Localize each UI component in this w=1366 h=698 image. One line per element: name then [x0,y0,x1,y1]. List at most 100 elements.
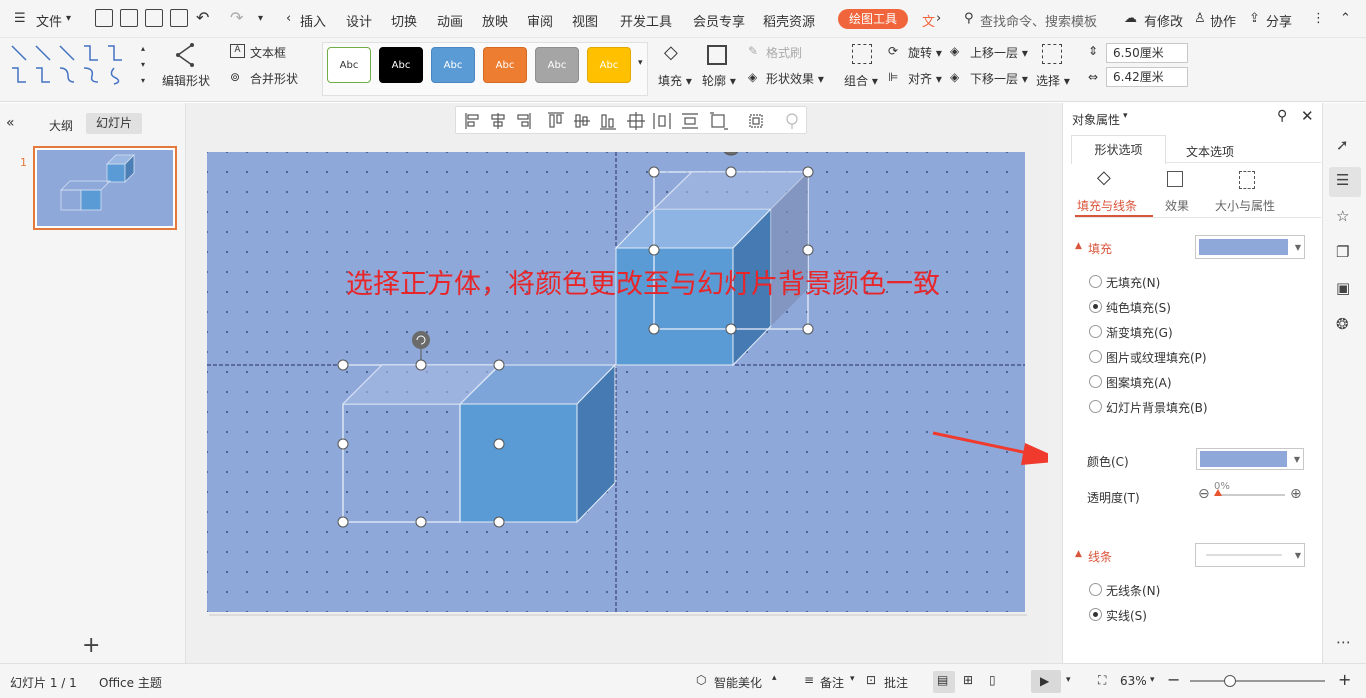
tab-slideshow[interactable]: 放映 [482,11,508,30]
tab-docer[interactable]: 稻壳资源 [763,11,815,30]
transparency-slider-thumb[interactable] [1214,489,1222,496]
workspace-scrollbar[interactable] [1048,103,1062,663]
radio-solid-line[interactable] [1089,608,1102,621]
gallery-more-icon[interactable]: ▾ [141,76,145,85]
tab-drawing-tools[interactable]: 绘图工具 [838,9,908,29]
search-icon[interactable]: ⚲ [964,11,974,26]
increase-transparency-icon[interactable]: ⊕ [1290,486,1302,502]
gallery-down-icon[interactable]: ▾ [141,60,145,69]
zoom-level[interactable]: 63% [1120,674,1147,688]
print-icon[interactable] [145,9,163,27]
copy-icon[interactable]: ❐ [1336,245,1349,260]
send-backward-button[interactable]: 下移一层 ▾ [970,70,1028,87]
radio-solid-fill[interactable] [1089,300,1102,313]
fill-color-dropdown[interactable]: ▼ [1195,235,1305,259]
export-pdf-icon[interactable] [120,9,138,27]
hamburger-icon[interactable]: ☰ [14,11,26,26]
radio-no-fill[interactable] [1089,275,1102,288]
save-icon[interactable] [95,9,113,27]
style-preset-4[interactable]: Abc [483,47,527,83]
option-no-line[interactable]: 无线条(N) [1106,582,1160,599]
outline-button[interactable]: 轮廓 ▾ [702,72,736,89]
option-solid-line[interactable]: 实线(S) [1106,607,1147,624]
slide-canvas[interactable]: 选择正方体，将颜色更改至与幻灯片背景颜色一致 [207,152,1025,612]
radio-slide-bg-fill[interactable] [1089,400,1102,413]
radio-picture-fill[interactable] [1089,350,1102,363]
styles-more-icon[interactable]: ▾ [638,58,643,68]
merge-shape-button[interactable]: 合并形状 [250,70,298,87]
panel-title[interactable]: 对象属性 [1072,111,1120,128]
theme-name[interactable]: Office 主题 [99,674,162,691]
more-icon[interactable]: ⋮ [1312,11,1325,26]
slide-annotation-text[interactable]: 选择正方体，将颜色更改至与幻灯片背景颜色一致 [346,262,940,301]
edit-shape-button[interactable]: 编辑形状 [162,72,210,89]
option-solid-fill[interactable]: 纯色填充(S) [1106,299,1171,316]
tab-design[interactable]: 设计 [346,11,372,30]
fill-collapse-icon[interactable]: ▲ [1075,241,1082,251]
subtab-effect[interactable]: 效果 [1165,197,1189,214]
collapse-panel-icon[interactable]: « [6,115,15,131]
option-picture-fill[interactable]: 图片或纹理填充(P) [1106,349,1207,366]
tab-animation[interactable]: 动画 [437,11,463,30]
add-slide-button[interactable]: + [82,633,100,658]
style-preset-2[interactable]: Abc [379,47,423,83]
line-section-title[interactable]: 线条 [1088,548,1112,565]
style-preset-6[interactable]: Abc [587,47,631,83]
close-icon[interactable]: ✕ [1301,107,1314,125]
shape-effect-button[interactable]: 形状效果 ▾ [766,70,824,87]
line-shapes-gallery[interactable] [8,42,138,88]
tab-insert[interactable]: 插入 [300,11,326,30]
zoom-slider-track[interactable] [1190,680,1325,682]
tab-member[interactable]: 会员专享 [693,11,745,30]
notes-dropdown-icon[interactable]: ▾ [850,674,855,684]
tab-transition[interactable]: 切换 [391,11,417,30]
collaborate-button[interactable]: 协作 [1210,11,1236,30]
group-button[interactable]: 组合 ▾ [844,72,878,89]
tabs-scroll-left-icon[interactable]: ‹ [286,11,291,26]
modified-status[interactable]: 有修改 [1144,11,1183,30]
fill-button[interactable]: 填充 ▾ [658,72,692,89]
align-button[interactable]: 对齐 ▾ [908,70,942,87]
subtab-fill-line[interactable]: 填充与线条 [1077,197,1137,214]
zoom-out-icon[interactable]: − [1167,670,1180,689]
tab-overflow[interactable]: 文 [922,11,935,30]
slideshow-dropdown-icon[interactable]: ▾ [1066,675,1071,685]
rocket-icon[interactable]: ➚ [1336,138,1349,153]
panel-title-dropdown-icon[interactable]: ▾ [1123,111,1128,121]
style-preset-5[interactable]: Abc [535,47,579,83]
notes-button[interactable]: 备注 [820,674,844,691]
tab-text-options[interactable]: 文本选项 [1186,143,1234,160]
fill-section-title[interactable]: 填充 [1088,240,1112,257]
collapse-ribbon-icon[interactable]: ⌃ [1340,11,1351,26]
sliders-icon[interactable]: ☰ [1336,173,1349,188]
comments-button[interactable]: 批注 [884,674,908,691]
zoom-slider-thumb[interactable] [1224,675,1236,687]
tab-review[interactable]: 审阅 [527,11,553,30]
redo-icon[interactable]: ↷ [230,8,243,27]
undo-icon[interactable]: ↶ [196,8,209,27]
slide-sorter-icon[interactable]: ⊞ [963,673,973,687]
decrease-transparency-icon[interactable]: ⊖ [1198,486,1210,502]
option-no-fill[interactable]: 无填充(N) [1106,274,1160,291]
fit-window-icon[interactable]: ⛶ [1098,673,1106,688]
star-icon[interactable]: ☆ [1336,209,1349,224]
reading-view-icon[interactable]: ▯ [989,673,996,687]
style-preset-1[interactable]: Abc [327,47,371,83]
shape-width-input[interactable]: 6.42厘米 [1106,67,1188,87]
tab-developer[interactable]: 开发工具 [620,11,672,30]
tab-slides[interactable]: 幻灯片 [86,113,142,134]
search-command[interactable]: 查找命令、搜索模板 [980,11,1097,30]
transparency-slider-track[interactable] [1217,494,1285,496]
format-brush-button[interactable]: 格式刷 [766,44,802,61]
image-icon[interactable]: ▣ [1336,281,1350,296]
rotate-button[interactable]: 旋转 ▾ [908,44,942,61]
brand-icon[interactable]: ❂ [1336,317,1349,332]
beautify-dropdown-icon[interactable]: ▴ [772,673,777,683]
subtab-size[interactable]: 大小与属性 [1215,197,1275,214]
shape-height-input[interactable]: 6.50厘米 [1106,43,1188,63]
smart-beautify-button[interactable]: 智能美化 [714,674,762,691]
pin-icon[interactable]: ⚲ [1277,108,1287,124]
file-menu[interactable]: 文件 [36,11,62,30]
radio-pattern-fill[interactable] [1089,375,1102,388]
color-picker-dropdown[interactable]: ▼ [1196,448,1304,470]
